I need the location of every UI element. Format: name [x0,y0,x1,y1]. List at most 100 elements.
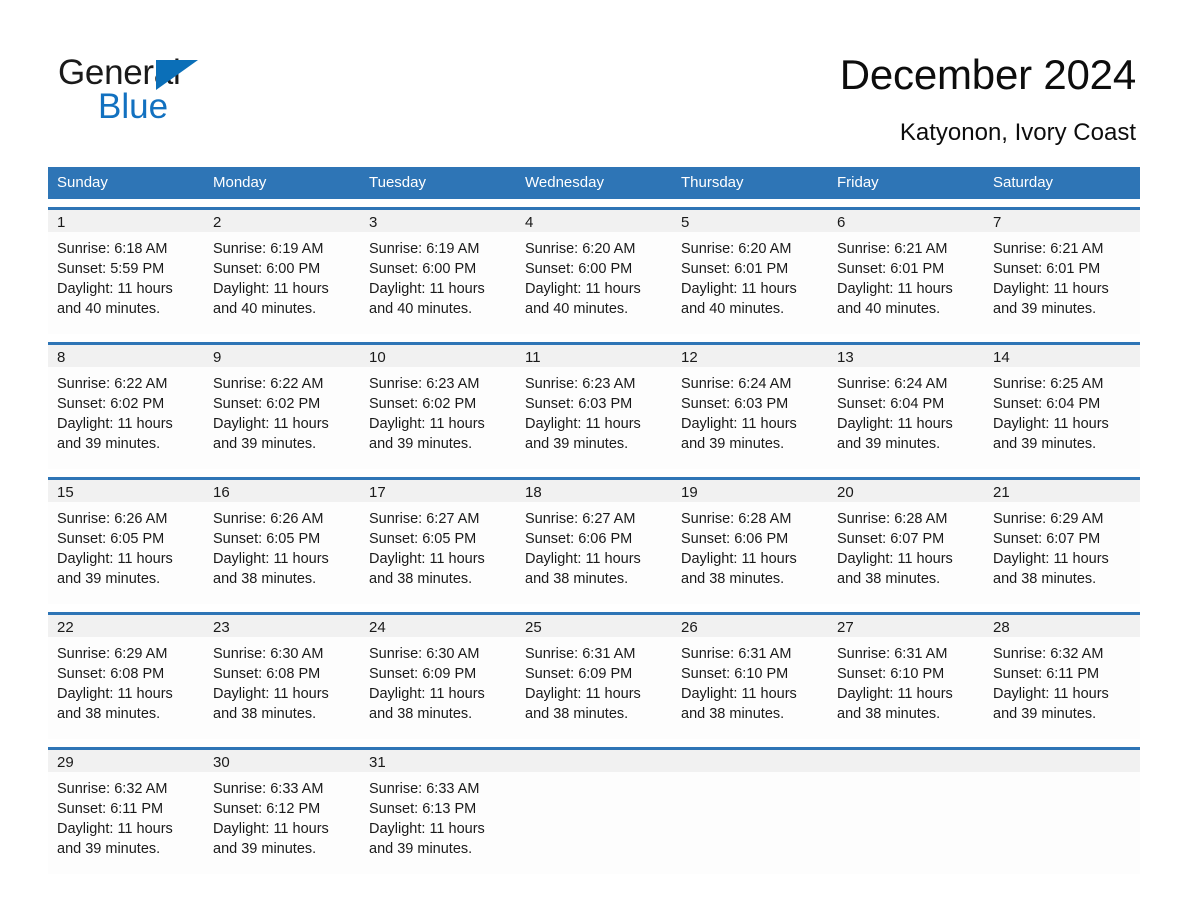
day-sunrise-text: Sunrise: 6:32 AM [57,781,168,797]
day-cell[interactable]: Sunrise: 6:30 AM Sunset: 6:09 PM Daylight:… [360,637,516,739]
calendar-week-row: 29 30 31 Sunrise: 6:32 AM Sunset: 6:11 PM Day… [48,747,1140,874]
day-sunset-text: Sunset: 6:11 PM [57,801,164,817]
day-cell[interactable]: Sunrise: 6:32 AM Sunset: 6:11 PM Daylight:… [984,637,1140,739]
day-daylight-2-text: and 38 minutes. [213,571,317,587]
day-daylight-2-text: and 38 minutes. [525,706,629,722]
day-sunset-text: Sunset: 6:01 PM [837,261,945,277]
day-cell[interactable]: Sunrise: 6:21 AM Sunset: 6:01 PM Daylight:… [828,232,984,334]
day-cell[interactable]: Sunrise: 6:23 AM Sunset: 6:03 PM Daylight:… [516,367,672,469]
weekday-header-thursday: Thursday [681,174,744,191]
day-sunrise-text: Sunrise: 6:33 AM [369,781,480,797]
day-cell[interactable]: Sunrise: 6:31 AM Sunset: 6:10 PM Daylight:… [828,637,984,739]
day-number-band: 8 9 10 11 12 13 14 [48,342,1140,367]
day-cell[interactable]: Sunrise: 6:27 AM Sunset: 6:05 PM Daylight:… [360,502,516,604]
day-sunrise-text: Sunrise: 6:22 AM [213,376,324,392]
day-sunset-text: Sunset: 6:06 PM [525,531,633,547]
day-cell[interactable]: Sunrise: 6:31 AM Sunset: 6:09 PM Daylight:… [516,637,672,739]
day-cell[interactable]: Sunrise: 6:19 AM Sunset: 6:00 PM Daylight:… [204,232,360,334]
logo-text-blue: Blue [98,87,169,126]
day-daylight-2-text: and 39 minutes. [369,436,473,452]
day-cell[interactable]: Sunrise: 6:23 AM Sunset: 6:02 PM Daylight:… [360,367,516,469]
day-daylight-2-text: and 40 minutes. [525,301,629,317]
day-number-band: 15 16 17 18 19 20 21 [48,477,1140,502]
calendar-page: General Blue December 2024 Katyonon, Ivo… [0,0,1188,918]
day-cell[interactable]: Sunrise: 6:18 AM Sunset: 5:59 PM Daylight:… [48,232,204,334]
day-cell-empty [672,772,828,874]
day-sunrise-text: Sunrise: 6:19 AM [369,241,480,257]
general-blue-logo[interactable]: General Blue [58,48,258,126]
day-sunset-text: Sunset: 6:05 PM [213,531,321,547]
day-daylight-2-text: and 38 minutes. [993,571,1097,587]
day-daylight-2-text: and 40 minutes. [837,301,941,317]
day-daylight-1-text: Daylight: 11 hours [369,686,485,702]
day-daylight-2-text: and 40 minutes. [681,301,785,317]
day-cell[interactable]: Sunrise: 6:32 AM Sunset: 6:11 PM Daylight:… [48,772,204,874]
day-sunset-text: Sunset: 6:10 PM [837,666,945,682]
day-cell[interactable]: Sunrise: 6:20 AM Sunset: 6:01 PM Daylight:… [672,232,828,334]
day-cell-empty [516,772,672,874]
day-daylight-1-text: Daylight: 11 hours [213,551,329,567]
day-cell[interactable]: Sunrise: 6:26 AM Sunset: 6:05 PM Daylight:… [48,502,204,604]
day-cell[interactable]: Sunrise: 6:28 AM Sunset: 6:06 PM Daylight:… [672,502,828,604]
weekday-header-wednesday: Wednesday [525,174,604,191]
day-sunrise-text: Sunrise: 6:26 AM [213,511,324,527]
weekday-header-monday: Monday [213,174,267,191]
day-cell[interactable]: Sunrise: 6:20 AM Sunset: 6:00 PM Daylight:… [516,232,672,334]
day-daylight-1-text: Daylight: 11 hours [837,281,953,297]
day-detail-band: Sunrise: 6:22 AM Sunset: 6:02 PM Daylight:… [48,367,1140,469]
page-header: General Blue December 2024 Katyonon, Ivo… [0,0,1188,150]
day-daylight-1-text: Daylight: 11 hours [993,281,1109,297]
title-block: December 2024 Katyonon, Ivory Coast [840,48,1136,150]
day-cell[interactable]: Sunrise: 6:33 AM Sunset: 6:13 PM Daylight:… [360,772,516,874]
day-sunset-text: Sunset: 6:00 PM [369,261,477,277]
day-sunrise-text: Sunrise: 6:28 AM [681,511,792,527]
day-cell[interactable]: Sunrise: 6:33 AM Sunset: 6:12 PM Daylight:… [204,772,360,874]
day-sunset-text: Sunset: 6:06 PM [681,531,789,547]
day-cell[interactable]: Sunrise: 6:31 AM Sunset: 6:10 PM Daylight:… [672,637,828,739]
day-sunset-text: Sunset: 6:11 PM [993,666,1100,682]
day-daylight-2-text: and 39 minutes. [993,436,1097,452]
page-subtitle: Katyonon, Ivory Coast [899,119,1136,146]
day-cell[interactable]: Sunrise: 6:25 AM Sunset: 6:04 PM Daylight:… [984,367,1140,469]
weekday-header-friday: Friday [837,174,879,191]
day-daylight-2-text: and 38 minutes. [681,706,785,722]
day-sunrise-text: Sunrise: 6:28 AM [837,511,948,527]
day-daylight-2-text: and 39 minutes. [993,301,1097,317]
day-daylight-2-text: and 38 minutes. [681,571,785,587]
day-sunset-text: Sunset: 6:07 PM [993,531,1101,547]
day-cell[interactable]: Sunrise: 6:26 AM Sunset: 6:05 PM Daylight:… [204,502,360,604]
day-daylight-1-text: Daylight: 11 hours [369,281,485,297]
day-cell[interactable]: Sunrise: 6:29 AM Sunset: 6:07 PM Daylight:… [984,502,1140,604]
day-daylight-1-text: Daylight: 11 hours [57,821,173,837]
day-daylight-2-text: and 38 minutes. [837,571,941,587]
day-sunrise-text: Sunrise: 6:32 AM [993,646,1104,662]
day-cell[interactable]: Sunrise: 6:30 AM Sunset: 6:08 PM Daylight:… [204,637,360,739]
day-daylight-2-text: and 39 minutes. [213,841,317,857]
day-cell[interactable]: Sunrise: 6:27 AM Sunset: 6:06 PM Daylight:… [516,502,672,604]
day-daylight-1-text: Daylight: 11 hours [213,686,329,702]
day-daylight-2-text: and 38 minutes. [837,706,941,722]
day-daylight-2-text: and 38 minutes. [525,571,629,587]
day-cell[interactable]: Sunrise: 6:22 AM Sunset: 6:02 PM Daylight:… [48,367,204,469]
day-sunset-text: Sunset: 6:03 PM [525,396,633,412]
day-daylight-1-text: Daylight: 11 hours [837,416,953,432]
day-number-band: 1234567 [48,207,1140,232]
day-sunrise-text: Sunrise: 6:23 AM [525,376,636,392]
day-number-band: 29 30 31 [48,747,1140,772]
day-cell[interactable]: Sunrise: 6:19 AM Sunset: 6:00 PM Daylight:… [360,232,516,334]
day-sunrise-text: Sunrise: 6:29 AM [57,646,168,662]
day-cell[interactable]: Sunrise: 6:24 AM Sunset: 6:03 PM Daylight:… [672,367,828,469]
day-cell[interactable]: Sunrise: 6:24 AM Sunset: 6:04 PM Daylight:… [828,367,984,469]
day-cell[interactable]: Sunrise: 6:29 AM Sunset: 6:08 PM Daylight:… [48,637,204,739]
day-sunrise-text: Sunrise: 6:21 AM [993,241,1104,257]
day-sunset-text: Sunset: 6:01 PM [993,261,1101,277]
day-sunrise-text: Sunrise: 6:31 AM [525,646,636,662]
day-cell[interactable]: Sunrise: 6:21 AM Sunset: 6:01 PM Daylight:… [984,232,1140,334]
day-sunrise-text: Sunrise: 6:24 AM [681,376,792,392]
day-daylight-1-text: Daylight: 11 hours [681,416,797,432]
day-cell[interactable]: Sunrise: 6:22 AM Sunset: 6:02 PM Daylight:… [204,367,360,469]
day-daylight-1-text: Daylight: 11 hours [213,281,329,297]
day-cell[interactable]: Sunrise: 6:28 AM Sunset: 6:07 PM Daylight:… [828,502,984,604]
day-daylight-2-text: and 39 minutes. [57,841,161,857]
day-sunset-text: Sunset: 6:05 PM [57,531,165,547]
